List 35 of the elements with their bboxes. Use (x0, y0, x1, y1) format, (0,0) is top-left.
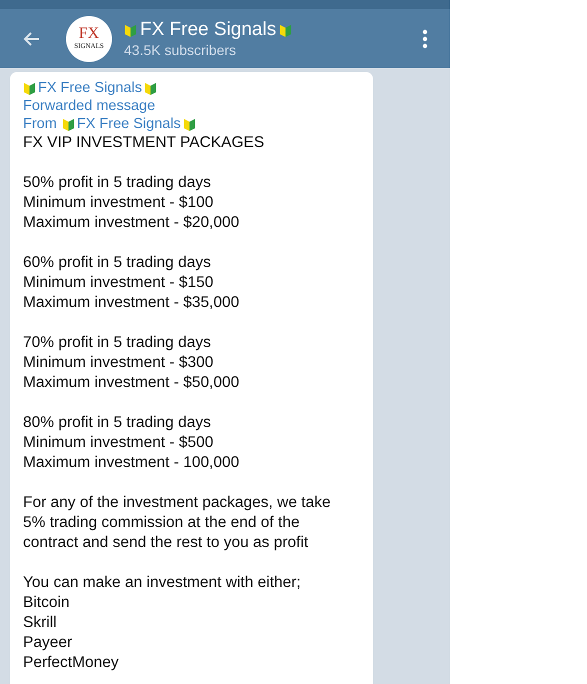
leaf-icon (23, 80, 36, 96)
leaf-icon (124, 22, 137, 38)
message-line: Minimum investment - $500 (23, 433, 214, 453)
message-line: Minimum investment - $100 (23, 193, 214, 213)
subscriber-count: 43.5K subscribers (124, 42, 238, 58)
message-line: Maximum investment - $20,000 (23, 213, 240, 233)
message-line: PerfectMoney (23, 653, 120, 673)
message-line: 5% trading commission at the end of the (23, 513, 301, 533)
from-label: From (23, 115, 57, 133)
message-line: Minimum investment - $150 (23, 273, 214, 293)
forward-source: FX Free Signals (38, 79, 142, 97)
leaf-icon (182, 116, 196, 132)
message-line: 50% profit in 5 trading days (23, 173, 212, 193)
channel-title: FX Free Signals (140, 19, 276, 41)
more-menu-icon[interactable] (422, 28, 428, 48)
leaf-icon (279, 22, 292, 38)
logo-text: FX (78, 26, 100, 42)
forward-author[interactable]: FX Free Signals (76, 115, 181, 133)
leaf-icon (144, 80, 157, 96)
message-line: Maximum investment - $50,000 (23, 373, 240, 393)
message-line: 80% profit in 5 trading days (23, 413, 212, 433)
message-line: Maximum investment - 100,000 (23, 453, 240, 473)
message-line: contract and send the rest to you as profit (23, 533, 310, 553)
message-line: Skrill (23, 613, 58, 633)
message-line: Maximum investment - $35,000 (23, 293, 240, 313)
message-line: Bitcoin (23, 593, 71, 613)
message-line: Minimum investment - $300 (23, 353, 214, 373)
leaf-icon (62, 116, 75, 132)
message-line: FX VIP INVESTMENT PACKAGES (23, 133, 266, 153)
message-line: For any of the investment packages, we take (23, 493, 332, 513)
forward-note: Forwarded message (23, 97, 156, 115)
message-line: 60% profit in 5 trading days (23, 253, 212, 273)
message-line: Payeer (23, 633, 74, 653)
message-line: 70% profit in 5 trading days (23, 333, 212, 353)
message-line: You can make an investment with either; (23, 573, 302, 593)
